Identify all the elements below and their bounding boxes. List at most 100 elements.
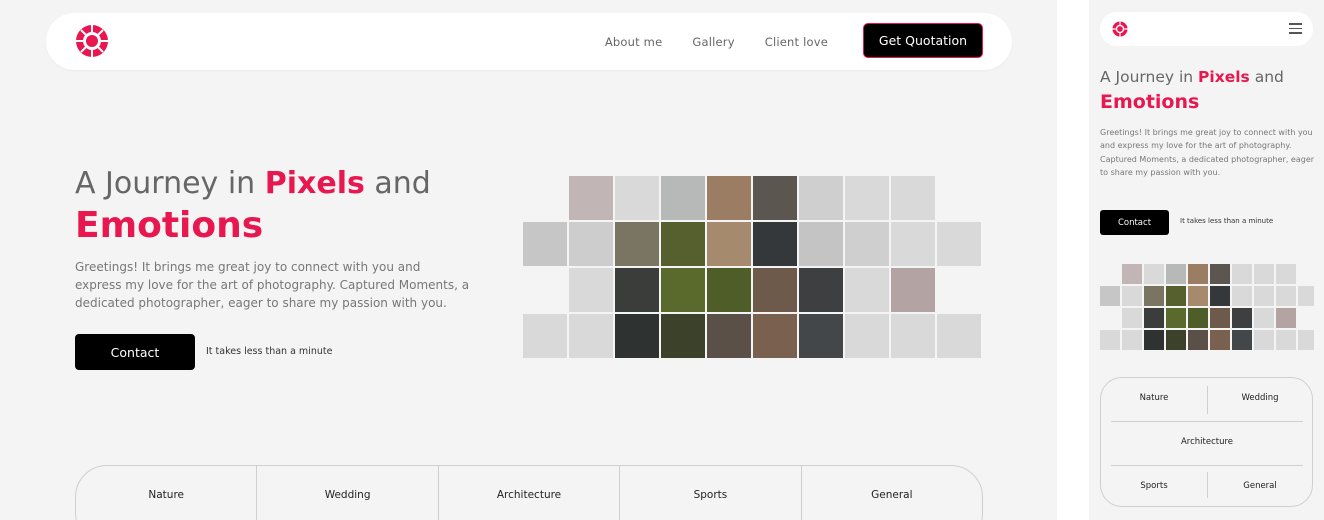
top-nav: About me Gallery Client love Get Quotati…	[46, 13, 1012, 70]
mobile-view: A Journey in Pixels and Emotions Greetin…	[1089, 0, 1324, 520]
mobile-category-general[interactable]: General	[1207, 481, 1313, 491]
mosaic-tile	[1210, 286, 1230, 306]
mosaic-tile	[799, 222, 843, 266]
divider	[1207, 472, 1208, 498]
nav-link-client-love[interactable]: Client love	[765, 35, 828, 49]
mosaic-tile	[1122, 330, 1142, 350]
mosaic-tile	[1232, 308, 1252, 328]
divider	[1207, 386, 1208, 414]
mosaic-tile	[1298, 330, 1314, 350]
category-wedding[interactable]: Wedding	[257, 466, 439, 520]
category-architecture[interactable]: Architecture	[439, 466, 621, 520]
mosaic-tile	[1254, 286, 1274, 306]
mosaic-tile	[707, 268, 751, 312]
mosaic-tile	[1166, 286, 1186, 306]
mosaic-tile	[1276, 330, 1296, 350]
mosaic-tile	[1298, 286, 1314, 306]
mosaic-tile	[1232, 330, 1252, 350]
mosaic-tile	[845, 314, 889, 358]
mosaic-tile	[523, 222, 567, 266]
mosaic-tile	[1188, 286, 1208, 306]
nav-link-gallery[interactable]: Gallery	[692, 35, 734, 49]
mobile-hero-title-post: and	[1249, 68, 1284, 86]
hero-title-post: and	[364, 166, 431, 201]
mosaic-tile	[661, 222, 705, 266]
contact-button[interactable]: Contact	[75, 334, 195, 370]
mobile-hero-title-line2: Emotions	[1100, 91, 1200, 113]
mosaic-tile	[1210, 308, 1230, 328]
mosaic-tile	[1232, 286, 1252, 306]
mosaic-tile	[845, 176, 889, 220]
mosaic-tile	[1276, 286, 1296, 306]
mosaic-tile	[799, 268, 843, 312]
mobile-category-wedding[interactable]: Wedding	[1207, 393, 1313, 403]
mobile-hero-description: Greetings! It brings me great joy to con…	[1100, 128, 1315, 178]
mosaic-tile	[1276, 308, 1296, 328]
mosaic-tile	[1122, 264, 1142, 284]
mosaic-tile	[1188, 308, 1208, 328]
mosaic-tile	[1144, 264, 1164, 284]
mosaic-tile	[753, 268, 797, 312]
mosaic-tile	[569, 268, 613, 312]
mosaic-tile	[891, 222, 935, 266]
mosaic-tile	[1100, 286, 1120, 306]
mosaic-tile	[799, 176, 843, 220]
category-sports[interactable]: Sports	[620, 466, 802, 520]
mosaic-tile	[1166, 330, 1186, 350]
mosaic-tile	[523, 314, 567, 358]
category-general[interactable]: General	[802, 466, 982, 520]
mosaic-tile	[569, 176, 613, 220]
mosaic-tile	[615, 314, 659, 358]
mobile-category-sports[interactable]: Sports	[1101, 481, 1207, 491]
mosaic-tile	[661, 314, 705, 358]
mosaic-tile	[891, 176, 935, 220]
mobile-hero-title-accent: Pixels	[1198, 68, 1250, 86]
mosaic-tile	[753, 314, 797, 358]
nav-links: About me Gallery Client love	[605, 13, 828, 70]
mobile-hero-title: A Journey in Pixels and	[1100, 67, 1284, 87]
mosaic-tile	[1276, 264, 1296, 284]
aperture-logo-icon[interactable]	[75, 24, 109, 58]
mosaic-tile	[891, 268, 935, 312]
mosaic-tile	[1144, 286, 1164, 306]
mosaic-tile	[1100, 330, 1120, 350]
mobile-contact-button[interactable]: Contact	[1100, 210, 1169, 235]
hero-description: Greetings! It brings me great joy to con…	[75, 260, 470, 310]
mosaic-tile	[661, 176, 705, 220]
mosaic-tile	[845, 222, 889, 266]
mosaic-tile	[845, 268, 889, 312]
mosaic-tile	[753, 176, 797, 220]
mosaic-tile	[569, 314, 613, 358]
mosaic-tile	[707, 314, 751, 358]
divider	[1111, 421, 1303, 422]
divider	[1111, 465, 1303, 466]
mosaic-tile	[1210, 264, 1230, 284]
mobile-photo-mosaic	[1100, 264, 1314, 350]
mobile-category-nature[interactable]: Nature	[1101, 393, 1207, 403]
mobile-contact-note: It takes less than a minute	[1180, 217, 1274, 225]
category-nature[interactable]: Nature	[76, 466, 258, 520]
category-tabs: Nature Wedding Architecture Sports Gener…	[75, 465, 983, 520]
mosaic-tile	[1144, 308, 1164, 328]
mobile-category-tabs: Nature Wedding Architecture Sports Gener…	[1100, 377, 1313, 507]
hero-title: A Journey in Pixels and	[75, 166, 431, 202]
get-quotation-button[interactable]: Get Quotation	[863, 23, 983, 58]
mosaic-tile	[1254, 330, 1274, 350]
hero-title-line2: Emotions	[75, 205, 264, 246]
mosaic-tile	[937, 314, 981, 358]
nav-link-about[interactable]: About me	[605, 35, 663, 49]
mosaic-tile	[615, 222, 659, 266]
mosaic-tile	[753, 222, 797, 266]
mosaic-tile	[1254, 264, 1274, 284]
mosaic-tile	[1122, 308, 1142, 328]
aperture-logo-icon[interactable]	[1112, 21, 1128, 37]
mosaic-tile	[1144, 330, 1164, 350]
mosaic-tile	[615, 268, 659, 312]
mosaic-tile	[661, 268, 705, 312]
photo-mosaic	[523, 176, 983, 360]
mobile-category-architecture[interactable]: Architecture	[1154, 437, 1260, 447]
mosaic-tile	[707, 222, 751, 266]
hamburger-menu-icon[interactable]	[1289, 23, 1302, 34]
mosaic-tile	[1188, 330, 1208, 350]
mosaic-tile	[707, 176, 751, 220]
